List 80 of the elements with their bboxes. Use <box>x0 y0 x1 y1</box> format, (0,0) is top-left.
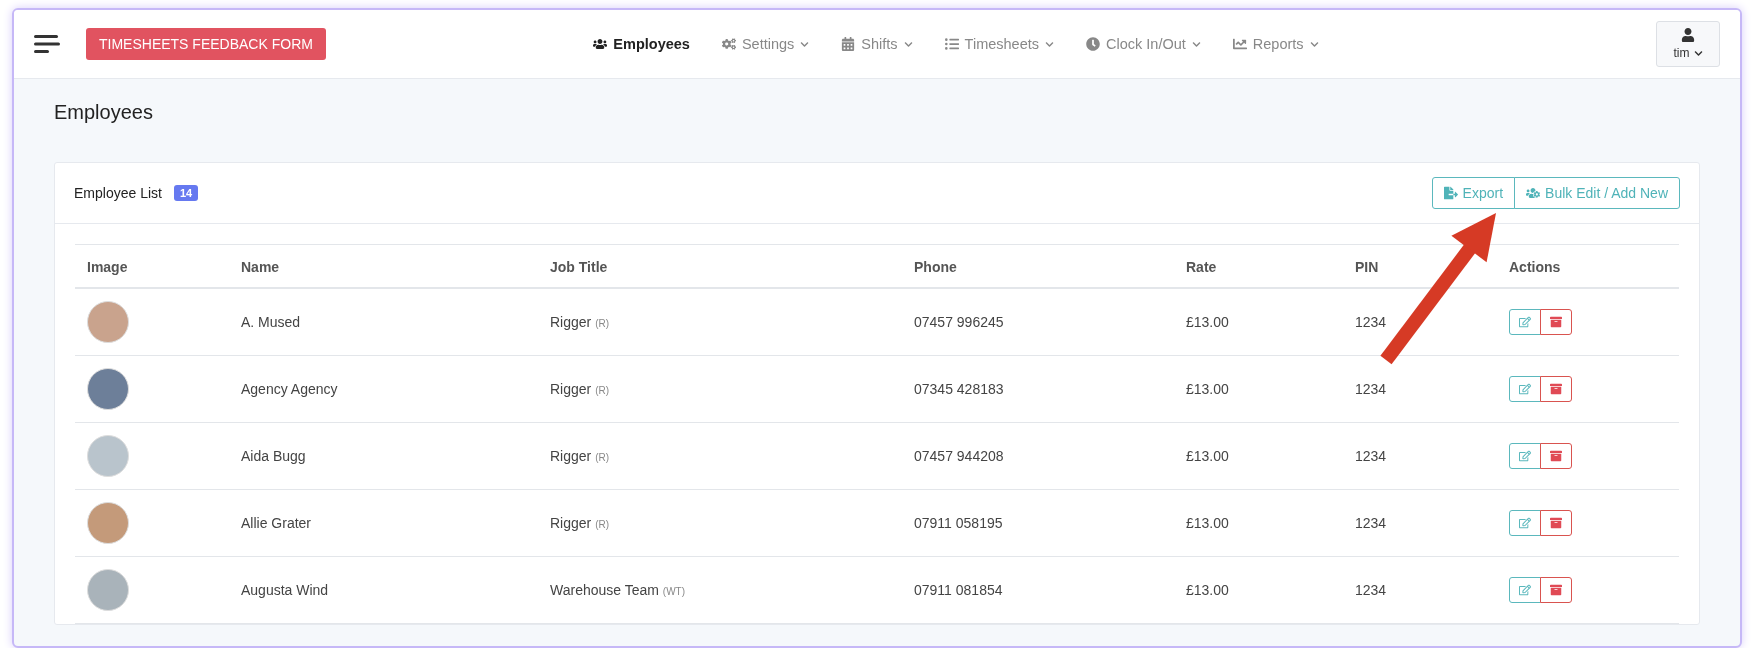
job-title-cell: Rigger (R) <box>538 422 902 490</box>
edit-icon <box>1519 517 1531 529</box>
pin-cell: 1234 <box>1343 422 1497 490</box>
pin-cell: 1234 <box>1343 355 1497 423</box>
job-title-cell: Rigger (R) <box>538 489 902 557</box>
list-icon <box>944 37 959 51</box>
name-cell: Allie Grater <box>229 489 538 557</box>
archive-icon <box>1550 517 1562 529</box>
chevron-down-icon <box>1693 48 1703 58</box>
rate-cell: £13.00 <box>1174 422 1343 490</box>
column-header: Job Title <box>538 244 902 288</box>
column-header: Rate <box>1174 244 1343 288</box>
cogs-icon <box>721 37 736 51</box>
nav-menu-item[interactable]: Timesheets <box>944 36 1054 52</box>
job-title-cell: Warehouse Team (WT) <box>538 556 902 624</box>
nav-menu-item[interactable]: Employees <box>593 36 690 52</box>
users-icon <box>593 37 608 51</box>
nav-menu-item[interactable]: Clock In/Out <box>1086 36 1201 52</box>
name-cell: Aida Bugg <box>229 422 538 490</box>
edit-icon <box>1519 450 1531 462</box>
name-cell: Agency Agency <box>229 355 538 423</box>
archive-icon <box>1550 383 1562 395</box>
edit-button[interactable] <box>1509 376 1541 402</box>
bulk-edit-button[interactable]: Bulk Edit / Add New <box>1514 177 1680 209</box>
rate-cell: £13.00 <box>1174 288 1343 356</box>
archive-icon <box>1550 316 1562 328</box>
user-menu-button[interactable]: tim <box>1656 21 1720 67</box>
avatar-placeholder <box>87 569 129 611</box>
edit-icon <box>1519 584 1531 596</box>
job-title-cell: Rigger (R) <box>538 355 902 423</box>
pin-cell: 1234 <box>1343 288 1497 356</box>
archive-icon <box>1550 450 1562 462</box>
user-icon <box>1681 28 1695 42</box>
users-cog-icon <box>1526 186 1541 200</box>
menu-icon[interactable] <box>34 34 60 54</box>
nav-menu-item[interactable]: Reports <box>1232 36 1319 52</box>
archive-button[interactable] <box>1540 510 1572 536</box>
phone-cell: 07457 996245 <box>902 288 1174 356</box>
count-badge: 14 <box>173 185 199 201</box>
export-button[interactable]: Export <box>1431 177 1516 209</box>
archive-button[interactable] <box>1540 443 1572 469</box>
phone-cell: 07911 081854 <box>902 556 1174 624</box>
archive-button[interactable] <box>1540 376 1572 402</box>
feedback-form-button[interactable]: TIMESHEETS FEEDBACK FORM <box>86 28 326 60</box>
column-header: Name <box>229 244 538 288</box>
avatar-placeholder <box>87 502 129 544</box>
archive-button[interactable] <box>1540 309 1572 335</box>
archive-icon <box>1550 584 1562 596</box>
calendar-icon <box>841 37 856 51</box>
rate-cell: £13.00 <box>1174 489 1343 557</box>
avatar-placeholder <box>87 435 129 477</box>
page-title: Employees <box>54 101 154 124</box>
avatar-placeholder <box>87 368 129 410</box>
avatar-placeholder <box>87 301 129 343</box>
card-title: Employee List <box>74 185 162 201</box>
job-title-cell: Rigger (R) <box>538 288 902 356</box>
name-cell: Augusta Wind <box>229 556 538 624</box>
edit-button[interactable] <box>1509 577 1541 603</box>
edit-button[interactable] <box>1509 309 1541 335</box>
rate-cell: £13.00 <box>1174 355 1343 423</box>
edit-icon <box>1519 316 1531 328</box>
nav-menu-item[interactable]: Settings <box>721 36 810 52</box>
phone-cell: 07911 058195 <box>902 489 1174 557</box>
column-header: Actions <box>1497 244 1679 288</box>
pin-cell: 1234 <box>1343 556 1497 624</box>
file-export-icon <box>1443 186 1458 200</box>
nav-menu-item[interactable]: Shifts <box>841 36 913 52</box>
line-chart-icon <box>1232 37 1247 51</box>
pin-cell: 1234 <box>1343 489 1497 557</box>
edit-button[interactable] <box>1509 510 1541 536</box>
edit-icon <box>1519 383 1531 395</box>
edit-button[interactable] <box>1509 443 1541 469</box>
rate-cell: £13.00 <box>1174 556 1343 624</box>
column-header: Phone <box>902 244 1174 288</box>
archive-button[interactable] <box>1540 577 1572 603</box>
column-header: Image <box>75 244 229 288</box>
phone-cell: 07457 944208 <box>902 422 1174 490</box>
name-cell: A. Mused <box>229 288 538 356</box>
phone-cell: 07345 428183 <box>902 355 1174 423</box>
clock-icon <box>1086 37 1100 51</box>
